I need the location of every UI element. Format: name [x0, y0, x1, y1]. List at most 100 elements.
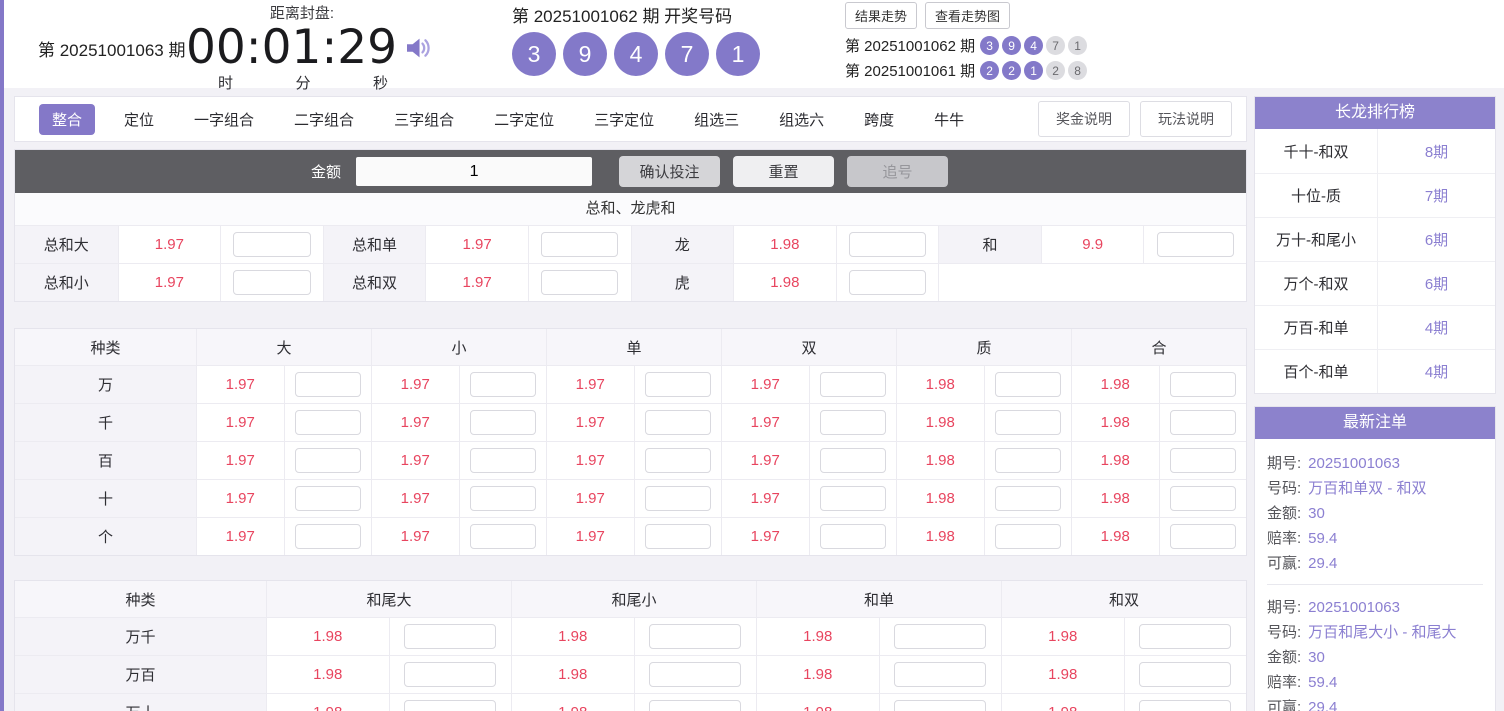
bet-amount-input[interactable] [1170, 448, 1236, 473]
history-ball: 1 [1024, 61, 1043, 80]
bet-amount-input[interactable] [894, 662, 986, 687]
species-header: 种类 [15, 581, 266, 617]
tab[interactable]: 二字定位 [483, 104, 565, 135]
bet-amount-input[interactable] [233, 232, 310, 257]
reset-button[interactable]: 重置 [733, 156, 834, 187]
prize-info-button[interactable]: 奖金说明 [1038, 101, 1130, 137]
amount-label: 金额 [311, 161, 341, 182]
bet-input-cell [528, 226, 631, 263]
rules-info-button[interactable]: 玩法说明 [1140, 101, 1232, 137]
bet-amount-input[interactable] [645, 410, 711, 435]
bet-amount-input[interactable] [820, 524, 886, 549]
sum-section: 金额 确认投注 重置 追号 总和、龙虎和 总和大1.97总和单1.97龙1.98… [14, 149, 1247, 302]
bet-amount-input[interactable] [995, 524, 1061, 549]
bet-amount-input[interactable] [649, 700, 741, 711]
bet-amount-input[interactable] [1170, 524, 1236, 549]
speaker-icon[interactable] [403, 32, 435, 64]
bet-input-cell [879, 694, 1002, 711]
bet-input-cell [809, 404, 897, 441]
tab[interactable]: 定位 [113, 104, 165, 135]
bet-amount-input[interactable] [1170, 372, 1236, 397]
bet-amount-input[interactable] [649, 662, 741, 687]
bet-amount-input[interactable] [645, 524, 711, 549]
bet-input-cell [1143, 226, 1246, 263]
bet-amount-input[interactable] [295, 486, 361, 511]
bet-amount-input[interactable] [894, 700, 986, 711]
odds-value: 1.97 [546, 518, 634, 555]
bet-amount-input[interactable] [1139, 624, 1231, 649]
bet-amount-input[interactable] [470, 486, 536, 511]
tab[interactable]: 整合 [39, 104, 95, 135]
bet-amount-input[interactable] [233, 270, 310, 295]
odds-value: 1.98 [511, 694, 634, 711]
bet-input-cell [220, 226, 323, 263]
bet-amount-input[interactable] [1157, 232, 1234, 257]
bet-type-label: 总和单 [323, 226, 426, 263]
bet-amount-input[interactable] [295, 410, 361, 435]
history-ball: 2 [1002, 61, 1021, 80]
bet-amount-input[interactable] [470, 524, 536, 549]
tab[interactable]: 二字组合 [283, 104, 365, 135]
bet-type-label: 虎 [631, 264, 734, 301]
bet-amount-input[interactable] [820, 448, 886, 473]
bet-amount-input[interactable] [541, 270, 618, 295]
tab[interactable]: 组选三 [683, 104, 750, 135]
bet-amount-input[interactable] [470, 372, 536, 397]
bet-amount-input[interactable] [1139, 662, 1231, 687]
bet-amount-input[interactable] [820, 410, 886, 435]
bet-input-cell [634, 656, 757, 693]
bet-amount-input[interactable] [645, 448, 711, 473]
bet-amount-input[interactable] [995, 448, 1061, 473]
bet-input-cell [634, 694, 757, 711]
bet-input-cell [1159, 518, 1247, 555]
bet-amount-input[interactable] [995, 372, 1061, 397]
bet-amount-input[interactable] [849, 232, 926, 257]
bet-amount-input[interactable] [1170, 486, 1236, 511]
odds-value: 1.98 [896, 480, 984, 517]
bet-amount-input[interactable] [820, 486, 886, 511]
bet-amount-input[interactable] [995, 486, 1061, 511]
amount-input[interactable] [356, 157, 592, 186]
tab[interactable]: 跨度 [853, 104, 905, 135]
bet-amount-input[interactable] [849, 270, 926, 295]
bet-amount-input[interactable] [404, 700, 496, 711]
odds-value: 1.98 [896, 518, 984, 555]
tab[interactable]: 一字组合 [183, 104, 265, 135]
bet-amount-input[interactable] [295, 372, 361, 397]
chase-number-button[interactable]: 追号 [847, 156, 948, 187]
tab[interactable]: 牛牛 [923, 104, 975, 135]
bet-input-cell [459, 518, 547, 555]
bet-input-cell [1124, 656, 1247, 693]
bet-input-cell [1124, 618, 1247, 655]
view-trend-chart-button[interactable]: 查看走势图 [925, 2, 1010, 29]
bet-amount-input[interactable] [470, 410, 536, 435]
bet-amount-input[interactable] [470, 448, 536, 473]
bet-amount-input[interactable] [894, 624, 986, 649]
bet-amount-input[interactable] [649, 624, 741, 649]
odds-value: 1.98 [266, 694, 389, 711]
bet-amount-input[interactable] [295, 448, 361, 473]
streak-count: 4期 [1377, 306, 1495, 349]
bet-amount-input[interactable] [820, 372, 886, 397]
bet-amount-input[interactable] [1139, 700, 1231, 711]
bet-amount-input[interactable] [404, 662, 496, 687]
tab[interactable]: 三字组合 [383, 104, 465, 135]
bet-amount-input[interactable] [995, 410, 1061, 435]
bet-amount-input[interactable] [295, 524, 361, 549]
bet-amount-input[interactable] [645, 486, 711, 511]
order-code-value: 万百和单双 - 和双 [1308, 476, 1426, 501]
bet-amount-input[interactable] [645, 372, 711, 397]
bet-amount-input[interactable] [404, 624, 496, 649]
bet-input-cell [220, 264, 323, 301]
confirm-bet-button[interactable]: 确认投注 [619, 156, 720, 187]
bet-amount-input[interactable] [1170, 410, 1236, 435]
tab[interactable]: 组选六 [768, 104, 835, 135]
bet-bar: 金额 确认投注 重置 追号 [15, 150, 1246, 193]
bet-input-cell [1124, 694, 1247, 711]
bet-amount-input[interactable] [541, 232, 618, 257]
tab[interactable]: 三字定位 [583, 104, 665, 135]
column-header: 大 [196, 329, 371, 365]
odds-value: 1.97 [546, 442, 634, 479]
column-header: 合 [1071, 329, 1246, 365]
result-trend-button[interactable]: 结果走势 [845, 2, 917, 29]
